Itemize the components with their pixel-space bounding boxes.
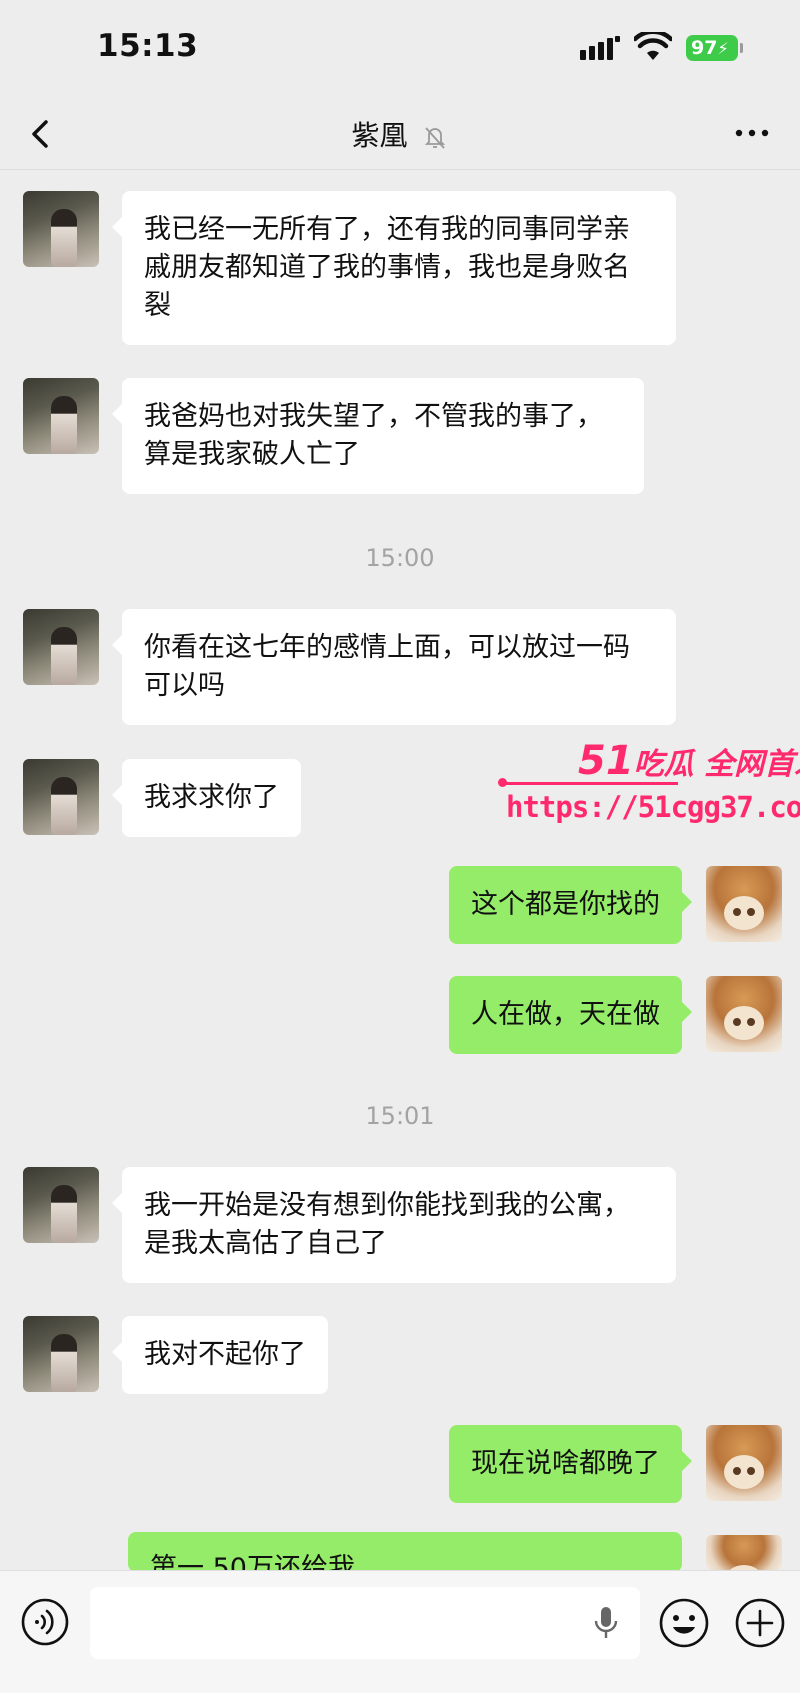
chat-timestamp: 15:00 xyxy=(365,544,435,572)
contact-avatar[interactable] xyxy=(23,1316,99,1392)
my-avatar[interactable] xyxy=(706,1425,782,1501)
emoji-icon[interactable] xyxy=(658,1597,710,1649)
more-options-button[interactable] xyxy=(732,118,772,148)
status-time: 15:13 xyxy=(97,28,199,64)
my-avatar[interactable] xyxy=(706,1535,782,1570)
message-outgoing[interactable]: 人在做，天在做 xyxy=(449,976,692,1054)
battery-level: 97 xyxy=(691,37,718,59)
message-outgoing[interactable]: 现在说啥都晚了 xyxy=(449,1425,692,1503)
status-bar: 15:13 97⚡ xyxy=(0,0,800,100)
message-incoming[interactable]: 我爸妈也对我失望了，不管我的事了，算是我家破人亡了 xyxy=(112,378,644,494)
cellular-signal-icon xyxy=(580,36,620,60)
voice-icon[interactable] xyxy=(20,1597,70,1647)
my-avatar[interactable] xyxy=(706,976,782,1052)
message-incoming[interactable]: 你看在这七年的感情上面，可以放过一码可以吗 xyxy=(112,609,676,725)
wifi-icon xyxy=(634,32,672,60)
message-incoming[interactable]: 我对不起你了 xyxy=(112,1316,328,1394)
message-incoming[interactable]: 我已经一无所有了，还有我的同事同学亲戚朋友都知道了我的事情，我也是身败名裂 xyxy=(112,191,676,345)
mic-icon[interactable] xyxy=(592,1605,620,1641)
charging-icon: ⚡ xyxy=(717,39,729,58)
plus-icon[interactable] xyxy=(734,1597,786,1649)
contact-avatar[interactable] xyxy=(23,378,99,454)
message-outgoing[interactable]: 这个都是你找的 xyxy=(449,866,692,944)
chat-title: 紫凰 xyxy=(0,114,800,154)
message-incoming[interactable]: 我一开始是没有想到你能找到我的公寓，是我太高估了自己了 xyxy=(112,1167,676,1283)
bell-muted-icon xyxy=(425,127,446,149)
chat-timestamp: 15:01 xyxy=(365,1102,435,1130)
watermark: 51吃瓜 全网首发 https://51cgg37.com xyxy=(498,738,800,838)
message-outgoing[interactable]: 第一 50万还给我 xyxy=(128,1532,682,1572)
watermark-url: https://51cgg37.com xyxy=(506,790,800,824)
watermark-brand-number: 51 xyxy=(578,738,634,784)
watermark-line xyxy=(498,778,678,787)
contact-avatar[interactable] xyxy=(23,1167,99,1243)
battery-indicator: 97⚡ xyxy=(686,35,743,61)
contact-name: 紫凰 xyxy=(351,119,408,152)
contact-avatar[interactable] xyxy=(23,191,99,267)
watermark-brand: 51吃瓜 全网首发 xyxy=(578,738,800,784)
contact-avatar[interactable] xyxy=(23,609,99,685)
message-input[interactable] xyxy=(90,1587,640,1659)
watermark-brand-text: 吃瓜 全网首发 xyxy=(633,747,800,782)
contact-avatar[interactable] xyxy=(23,759,99,835)
message-incoming[interactable]: 我求求你了 xyxy=(112,759,301,837)
chat-header: 紫凰 xyxy=(0,100,800,170)
my-avatar[interactable] xyxy=(706,866,782,942)
input-bar xyxy=(0,1570,800,1693)
